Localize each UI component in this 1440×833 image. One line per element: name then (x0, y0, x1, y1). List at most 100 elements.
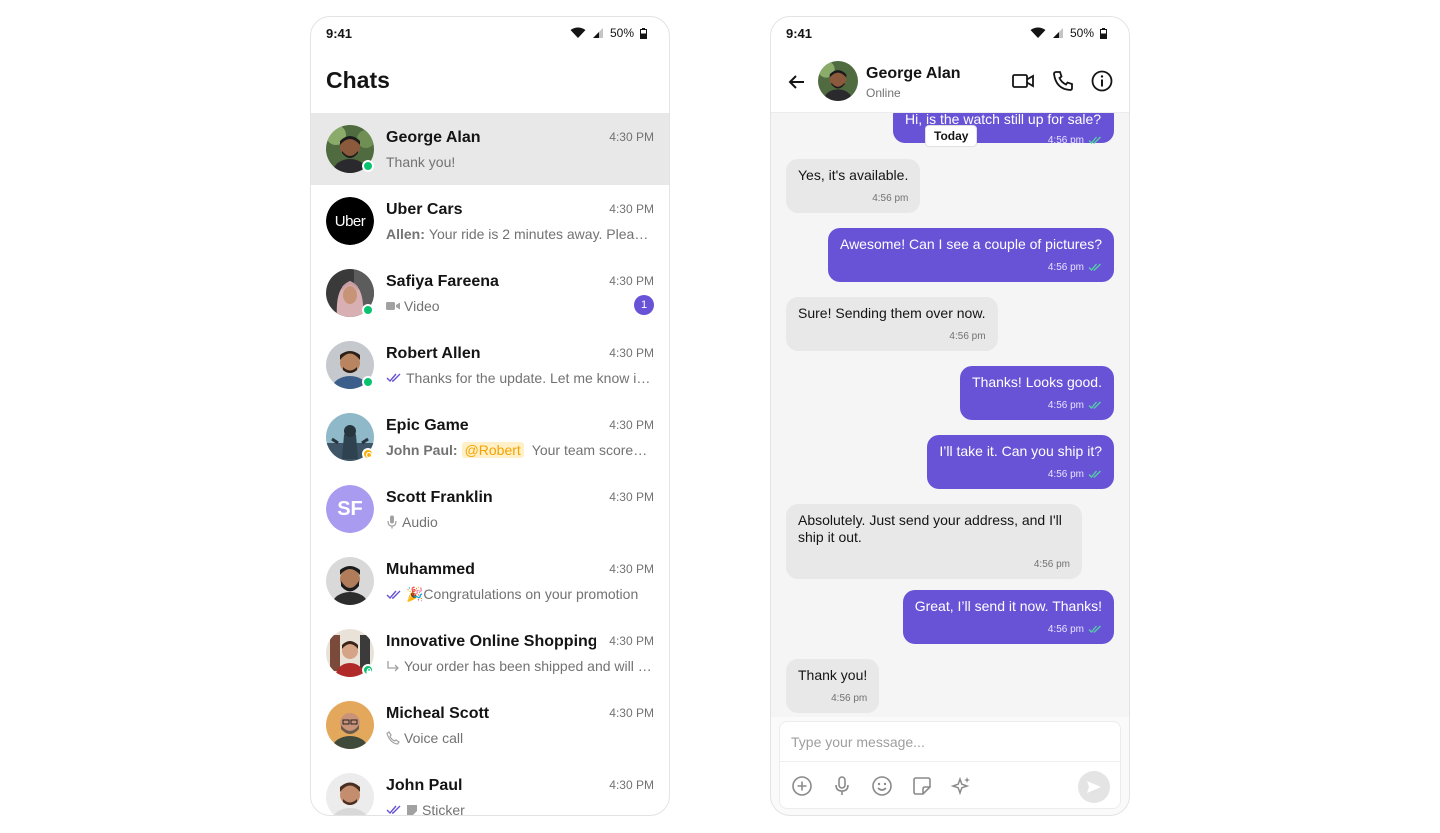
chat-list: George Alan 4:30 PM Thank you! Uber Uber… (311, 113, 669, 815)
message-time: 4:56 pm (872, 193, 909, 204)
chat-preview: Your team scored again! (531, 442, 654, 458)
message-time: 4:56 pm (831, 693, 868, 704)
online-indicator (362, 160, 374, 172)
avatar-initials: SF (326, 485, 374, 533)
chat-row-uber-cars[interactable]: Uber Uber Cars 4:30 PM Allen: Your ride … (311, 185, 669, 257)
chat-row-robert-allen[interactable]: Robert Allen 4:30 PM Thanks for the upda… (311, 329, 669, 401)
message-bubble-incoming[interactable]: Sure! Sending them over now. 4:56 pm (786, 297, 998, 351)
status-bar: 9:41 50% (771, 17, 1129, 49)
date-separator: Today (925, 125, 978, 147)
status-time: 9:41 (326, 26, 353, 41)
message-text: Absolutely. Just send your address, and … (798, 512, 1062, 545)
battery-icon (1100, 27, 1107, 39)
ai-sparkle-icon[interactable] (951, 775, 973, 797)
chat-row-innovative-online-shopping[interactable]: Innovative Online Shopping 4:30 PM Your … (311, 617, 669, 689)
info-icon[interactable] (1091, 70, 1113, 92)
uber-logo: Uber (326, 197, 374, 245)
chat-preview: Sticker (422, 802, 465, 815)
avatar (326, 557, 374, 605)
chat-row-safiya-fareena[interactable]: Safiya Fareena 4:30 PM Video 1 (311, 257, 669, 329)
status-time: 9:41 (786, 26, 813, 41)
chat-preview: Thank you! (386, 154, 456, 170)
avatar (326, 701, 374, 749)
message-bubble-outgoing[interactable]: Thanks! Looks good. 4:56 pm (960, 366, 1114, 420)
message-bubble-outgoing[interactable]: I’ll take it. Can you ship it? 4:56 pm (927, 435, 1114, 489)
chat-row-john-paul[interactable]: John Paul 4:30 PM Sticker (311, 761, 669, 815)
chat-name: Muhammed (386, 561, 475, 578)
voice-call-icon (386, 731, 400, 745)
avatar: Uber (326, 197, 374, 245)
read-receipt-icon (1088, 401, 1101, 409)
chat-time: 4:30 PM (609, 130, 654, 144)
message-list: Hi, is the watch still up for sale? 4:56… (771, 113, 1129, 717)
video-call-icon[interactable] (1012, 70, 1034, 92)
back-arrow-icon[interactable] (785, 70, 809, 94)
mention-tag: @Robert (461, 442, 524, 458)
message-bubble-incoming[interactable]: Thank you! 4:56 pm (786, 659, 880, 713)
chat-preview: Voice call (404, 730, 464, 746)
message-time: 4:56 pm (1047, 400, 1084, 411)
message-text: Thank you! (798, 667, 868, 683)
reply-arrow-icon (387, 661, 399, 672)
message-bubble-incoming[interactable]: Absolutely. Just send your address, and … (786, 504, 1082, 579)
read-receipt-icon (1088, 625, 1101, 633)
chat-list-screen: 9:41 50% Chats George Alan 4:30 PM Thank… (310, 16, 670, 816)
microphone-icon[interactable] (831, 775, 853, 797)
message-text: Sure! Sending them over now. (798, 305, 986, 321)
battery-icon (640, 27, 647, 39)
chat-row-muhammed[interactable]: Muhammed 4:30 PM 🎉Congratulations on you… (311, 545, 669, 617)
chat-name: George Alan (386, 129, 481, 146)
chat-preview: Audio (402, 514, 438, 530)
read-receipt-icon (1088, 470, 1101, 478)
chat-time: 4:30 PM (609, 562, 654, 576)
video-icon (386, 302, 400, 310)
wifi-icon (570, 27, 586, 38)
contact-status: Online (866, 86, 901, 100)
signal-icon (592, 28, 603, 38)
message-bubble-incoming[interactable]: Yes, it's available. 4:56 pm (786, 159, 921, 213)
chat-name: Scott Franklin (386, 489, 493, 506)
page-title: Chats (326, 67, 390, 93)
contact-name: George Alan (866, 65, 961, 82)
chat-name: Epic Game (386, 417, 469, 434)
message-text: Great, I’ll send it now. Thanks! (914, 598, 1102, 614)
private-group-indicator (362, 664, 374, 676)
chat-row-george-alan[interactable]: George Alan 4:30 PM Thank you! (311, 113, 669, 185)
microphone-icon (387, 515, 397, 529)
wifi-icon (1030, 27, 1046, 38)
read-receipt-icon (386, 373, 401, 383)
message-input[interactable] (780, 722, 1120, 762)
chat-row-scott-franklin[interactable]: SF Scott Franklin 4:30 PM Audio (311, 473, 669, 545)
unread-badge: 1 (634, 295, 654, 315)
chat-time: 4:30 PM (609, 346, 654, 360)
message-time: 4:56 pm (1047, 624, 1084, 635)
emoji-icon[interactable] (871, 775, 893, 797)
message-bubble-outgoing[interactable]: Great, I’ll send it now. Thanks! 4:56 pm (902, 590, 1114, 644)
message-sender: Allen: (386, 226, 425, 242)
chat-time: 4:30 PM (609, 274, 654, 288)
add-attachment-icon[interactable] (791, 775, 813, 797)
message-bubble-outgoing[interactable]: Awesome! Can I see a couple of pictures?… (827, 228, 1114, 282)
chat-name: Innovative Online Shopping (386, 633, 596, 650)
message-text: I’ll take it. Can you ship it? (939, 443, 1102, 459)
group-indicator (362, 448, 374, 460)
send-button[interactable] (1078, 771, 1110, 803)
message-time: 4:56 pm (949, 331, 986, 342)
chat-name: John Paul (386, 777, 463, 794)
phone-icon[interactable] (1052, 70, 1074, 92)
chat-preview: Your order has been shipped and will arr… (404, 658, 654, 674)
chat-row-micheal-scott[interactable]: Micheal Scott 4:30 PM Voice call (311, 689, 669, 761)
chat-preview: Video (404, 298, 440, 314)
message-text: Thanks! Looks good. (972, 374, 1102, 390)
sticker-icon[interactable] (911, 775, 933, 797)
chat-name: Robert Allen (386, 345, 481, 362)
chat-preview: 🎉Congratulations on your promotion (406, 586, 639, 602)
contact-avatar[interactable] (818, 61, 858, 101)
read-receipt-icon (1088, 263, 1101, 271)
avatar: SF (326, 485, 374, 533)
message-sender: John Paul: (386, 442, 458, 458)
chat-preview: Your ride is 2 minutes away. Please be r… (428, 226, 654, 242)
chat-row-epic-game[interactable]: Epic Game 4:30 PM John Paul: @Robert You… (311, 401, 669, 473)
message-time: 4:56 pm (1047, 469, 1084, 480)
status-bar: 9:41 50% (311, 17, 669, 49)
